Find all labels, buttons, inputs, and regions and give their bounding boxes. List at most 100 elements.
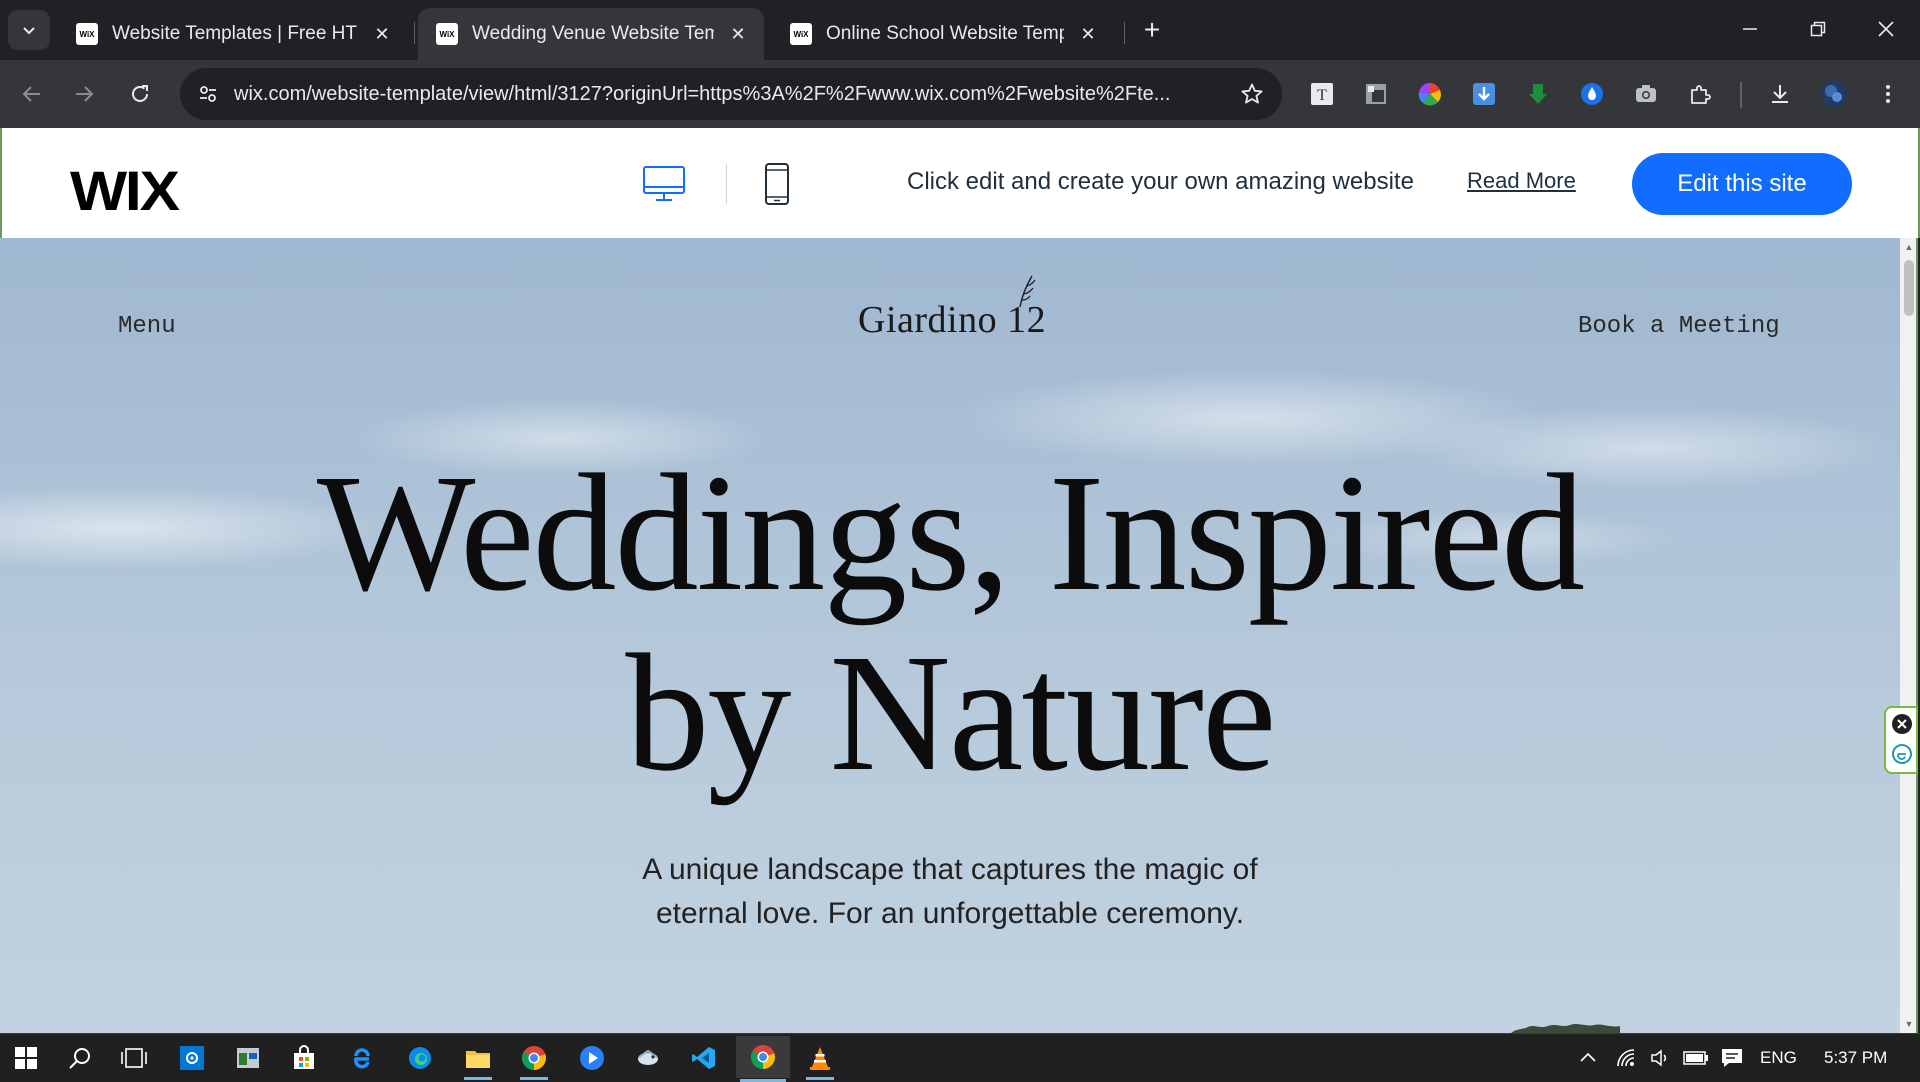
download-arrow-icon bbox=[1473, 83, 1495, 105]
minimize-button[interactable] bbox=[1716, 0, 1784, 58]
wifi-icon bbox=[1617, 1049, 1635, 1067]
tree-silhouette bbox=[1511, 1024, 1620, 1033]
tab-website-templates[interactable]: WiX Website Templates | Free HTML ✕ bbox=[58, 8, 408, 60]
book-a-meeting-link[interactable]: Book a Meeting bbox=[1578, 313, 1780, 340]
read-more-link[interactable]: Read More bbox=[1467, 168, 1576, 194]
edge-icon bbox=[409, 1047, 431, 1069]
system-clock[interactable]: 5:37 PM bbox=[1824, 1034, 1887, 1081]
star-icon bbox=[1241, 83, 1263, 104]
profile-button[interactable] bbox=[1820, 80, 1848, 108]
speaker-icon bbox=[1651, 1049, 1667, 1067]
taskbar-ie-app[interactable] bbox=[344, 1040, 380, 1076]
downloads-button[interactable] bbox=[1766, 80, 1794, 108]
extensions-menu-button[interactable] bbox=[1686, 80, 1714, 108]
input-language[interactable]: ENG bbox=[1760, 1034, 1797, 1081]
hero-title-line-2: by Nature bbox=[625, 620, 1276, 806]
wix-favicon-icon: WiX bbox=[790, 23, 812, 45]
tab-wedding-venue[interactable]: WiX Wedding Venue Website Templa ✕ bbox=[418, 8, 764, 60]
message-icon bbox=[1722, 1049, 1742, 1067]
desktop-view-button[interactable] bbox=[642, 162, 686, 206]
scroll-up-icon[interactable]: ▲ bbox=[1904, 242, 1914, 252]
internet-explorer-icon bbox=[354, 1048, 370, 1069]
tab-online-school[interactable]: WiX Online School Website Templat ✕ bbox=[772, 8, 1114, 60]
taskbar-edge-app[interactable] bbox=[402, 1040, 438, 1076]
extension-color-button[interactable] bbox=[1416, 80, 1444, 108]
taskbar-chrome-active[interactable] bbox=[736, 1036, 790, 1082]
close-tab-icon[interactable]: ✕ bbox=[1076, 22, 1100, 46]
url-text[interactable]: wix.com/website-template/view/html/3127?… bbox=[234, 68, 1214, 120]
start-button[interactable] bbox=[8, 1040, 44, 1076]
e-circle-icon[interactable] bbox=[1892, 744, 1912, 764]
wix-favicon-icon: WiX bbox=[436, 23, 458, 45]
battery-button[interactable] bbox=[1678, 1040, 1714, 1076]
folder-icon bbox=[466, 1051, 490, 1068]
puzzle-icon bbox=[1691, 85, 1711, 104]
crop-extension-icon bbox=[1366, 84, 1386, 104]
wix-logo[interactable]: WIX bbox=[70, 158, 180, 223]
close-window-button[interactable] bbox=[1852, 0, 1920, 58]
volume-button[interactable] bbox=[1642, 1040, 1678, 1076]
taskbar-chrome-app[interactable] bbox=[516, 1040, 552, 1080]
taskbar-store-app[interactable] bbox=[286, 1040, 322, 1076]
extension-text-button[interactable]: T bbox=[1308, 80, 1336, 108]
chevron-down-icon bbox=[23, 27, 35, 35]
arrow-right-icon bbox=[76, 86, 94, 102]
taskbar-bird-app[interactable] bbox=[630, 1040, 666, 1076]
close-tab-icon[interactable]: ✕ bbox=[370, 22, 394, 46]
chrome-icon bbox=[750, 1045, 775, 1069]
new-tab-button[interactable]: + bbox=[1136, 14, 1168, 46]
page-scrollbar[interactable]: ▲ ▼ bbox=[1900, 238, 1918, 1033]
camera-icon bbox=[1636, 85, 1656, 102]
taskbar-media-app[interactable] bbox=[574, 1040, 610, 1076]
close-icon bbox=[1878, 21, 1894, 37]
reload-icon bbox=[132, 85, 148, 102]
scroll-down-icon[interactable]: ▼ bbox=[1904, 1019, 1914, 1029]
menu-link[interactable]: Menu bbox=[118, 313, 176, 340]
battery-icon bbox=[1683, 1051, 1708, 1065]
extension-download-button[interactable] bbox=[1470, 80, 1498, 108]
back-button[interactable] bbox=[12, 74, 52, 114]
wix-tagline: Click edit and create your own amazing w… bbox=[907, 168, 1414, 195]
chevron-up-icon bbox=[1580, 1052, 1596, 1062]
tab-search-button[interactable] bbox=[8, 10, 50, 50]
forward-button[interactable] bbox=[64, 74, 104, 114]
notifications-button[interactable] bbox=[1714, 1040, 1750, 1076]
show-hidden-icons-button[interactable] bbox=[1570, 1040, 1606, 1076]
more-vert-icon bbox=[1886, 85, 1890, 103]
scrollbar-thumb[interactable] bbox=[1904, 260, 1914, 316]
toolbar-divider bbox=[1740, 82, 1742, 108]
edit-this-site-button[interactable]: Edit this site bbox=[1632, 153, 1852, 215]
network-button[interactable] bbox=[1608, 1040, 1644, 1076]
close-circle-icon[interactable] bbox=[1892, 714, 1912, 734]
restore-button[interactable] bbox=[1784, 0, 1852, 58]
avatar-icon bbox=[1821, 81, 1847, 107]
taskbar-vscode-app[interactable] bbox=[686, 1040, 722, 1076]
extension-green-button[interactable] bbox=[1524, 80, 1552, 108]
taskbar-file-explorer[interactable] bbox=[460, 1040, 496, 1080]
green-arrow-icon bbox=[1529, 84, 1547, 104]
taskbar-vlc-app[interactable] bbox=[802, 1040, 838, 1080]
address-bar[interactable]: wix.com/website-template/view/html/3127?… bbox=[180, 68, 1282, 120]
extension-screenshot-button[interactable] bbox=[1362, 80, 1390, 108]
reload-button[interactable] bbox=[120, 74, 160, 114]
settings-app-icon bbox=[180, 1046, 204, 1070]
download-icon bbox=[1772, 85, 1788, 103]
hero-title: Weddings, Inspired by Nature bbox=[0, 443, 1900, 803]
task-view-button[interactable] bbox=[116, 1040, 152, 1076]
taskbar-app-window[interactable] bbox=[230, 1040, 266, 1076]
chrome-icon bbox=[521, 1046, 546, 1070]
taskbar-search-button[interactable] bbox=[62, 1040, 98, 1076]
mobile-icon bbox=[765, 163, 789, 205]
extension-camera-button[interactable] bbox=[1632, 80, 1660, 108]
extension-drop-button[interactable] bbox=[1578, 80, 1606, 108]
tab-separator bbox=[1124, 22, 1125, 44]
bookmark-button[interactable] bbox=[1236, 78, 1268, 110]
text-extension-icon: T bbox=[1311, 83, 1333, 105]
chrome-menu-button[interactable] bbox=[1874, 80, 1902, 108]
site-info-button[interactable] bbox=[190, 76, 226, 112]
restore-icon bbox=[1810, 21, 1826, 37]
mobile-view-button[interactable] bbox=[764, 162, 790, 206]
close-tab-icon[interactable]: ✕ bbox=[726, 22, 750, 46]
play-circle-icon bbox=[580, 1046, 604, 1070]
taskbar-settings-app[interactable] bbox=[174, 1040, 210, 1076]
